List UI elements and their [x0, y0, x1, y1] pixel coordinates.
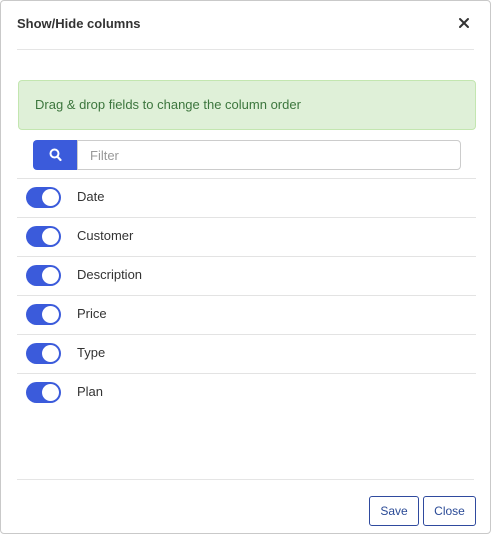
column-toggle[interactable]: [26, 226, 61, 247]
list-item[interactable]: Date: [17, 178, 476, 217]
column-label: Type: [77, 345, 106, 360]
footer-divider: [17, 479, 474, 480]
filter-row: [33, 140, 461, 170]
list-item[interactable]: Type: [17, 334, 476, 373]
list-item[interactable]: Price: [17, 295, 476, 334]
save-button[interactable]: Save: [369, 496, 419, 526]
close-icon[interactable]: [456, 15, 472, 31]
info-alert: Drag & drop fields to change the column …: [18, 80, 476, 130]
search-button[interactable]: [33, 140, 78, 170]
column-label: Date: [77, 189, 105, 204]
list-item[interactable]: Description: [17, 256, 476, 295]
column-label: Price: [77, 306, 107, 321]
column-label: Description: [77, 267, 143, 282]
column-label: Plan: [77, 384, 104, 399]
list-item[interactable]: Customer: [17, 217, 476, 256]
column-toggle[interactable]: [26, 265, 61, 286]
column-toggle[interactable]: [26, 187, 61, 208]
list-item[interactable]: Plan: [17, 373, 476, 412]
filter-input[interactable]: [77, 140, 461, 170]
modal-title: Show/Hide columns: [17, 16, 141, 31]
alert-text: Drag & drop fields to change the column …: [35, 97, 301, 112]
column-toggle[interactable]: [26, 304, 61, 325]
modal-header: Show/Hide columns: [17, 1, 474, 50]
column-toggle[interactable]: [26, 343, 61, 364]
column-label: Customer: [77, 228, 134, 243]
search-icon: [49, 148, 62, 162]
column-list: Date Customer Description Price Type Pla…: [17, 178, 476, 412]
close-button[interactable]: Close: [423, 496, 476, 526]
show-hide-columns-modal: Show/Hide columns Drag & drop fields to …: [0, 0, 491, 534]
column-toggle[interactable]: [26, 382, 61, 403]
